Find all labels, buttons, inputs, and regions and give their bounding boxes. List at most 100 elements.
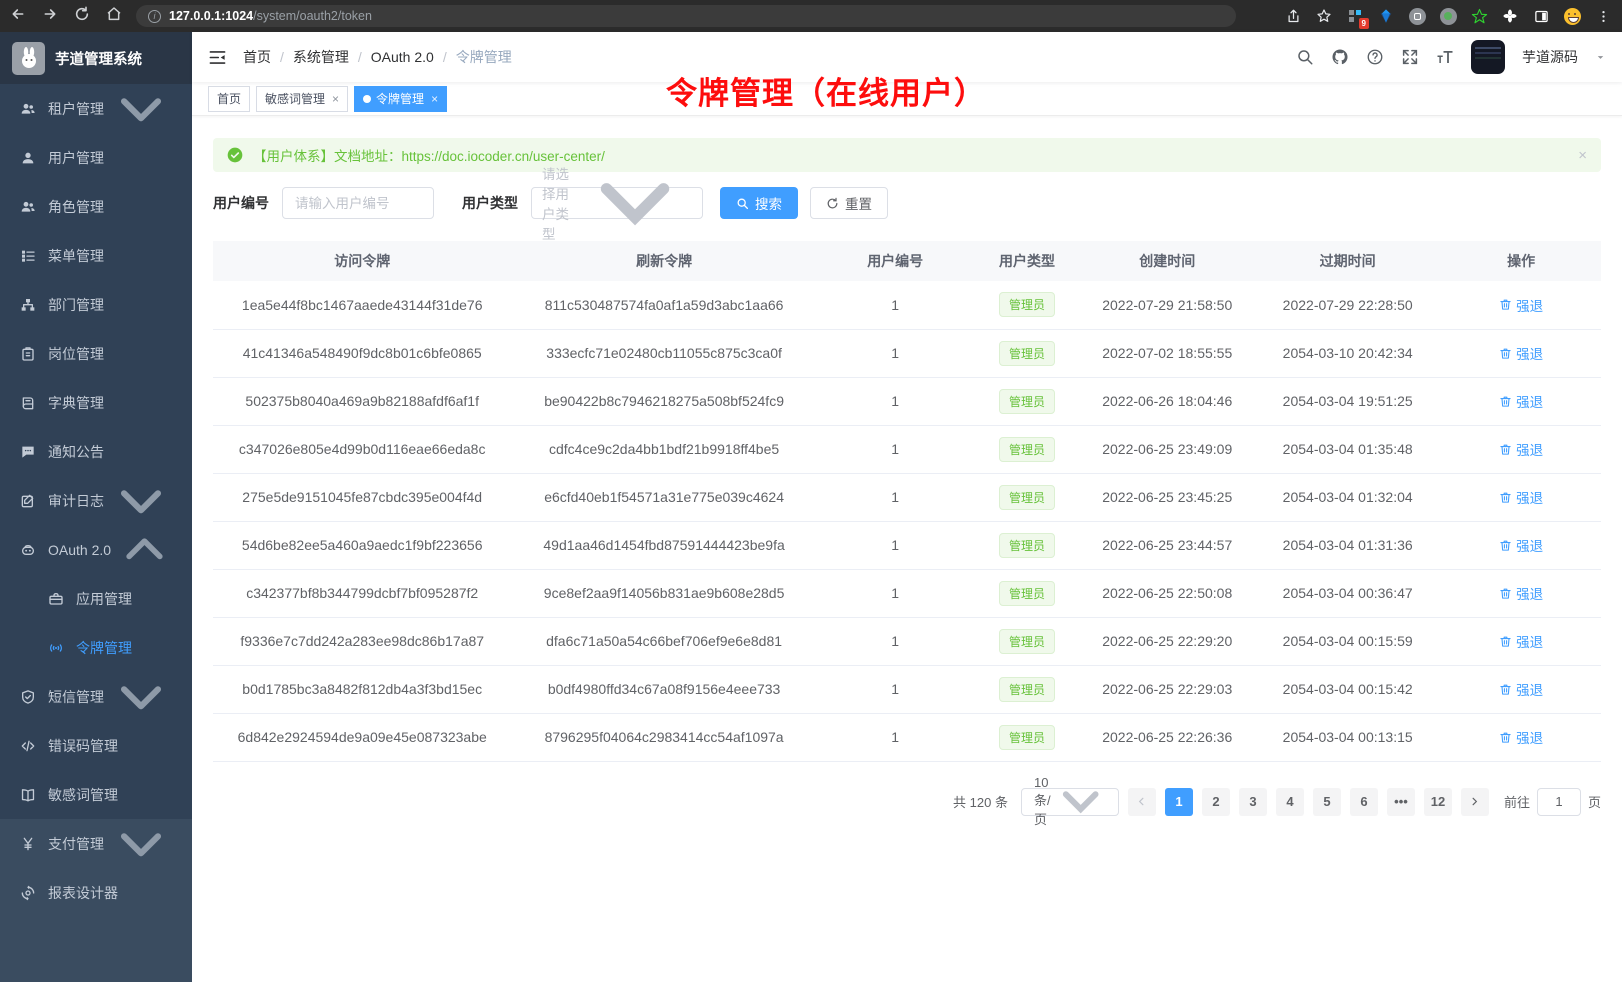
force-logout-button[interactable]: 强退 [1499,535,1543,555]
created-time-cell: 2022-06-25 22:50:08 [1080,569,1254,617]
caret-down-icon[interactable] [1595,52,1606,63]
force-logout-button[interactable]: 强退 [1499,343,1543,363]
next-page-button[interactable] [1461,788,1489,816]
page-button-1[interactable]: 1 [1165,788,1193,816]
emoji-extension-icon[interactable] [1563,7,1581,25]
user-id-input[interactable] [282,187,434,219]
page-button-12[interactable]: 12 [1424,788,1452,816]
force-logout-button[interactable]: 强退 [1499,487,1543,507]
created-time-cell: 2022-06-25 23:44:57 [1080,521,1254,569]
breadcrumb-item-1[interactable]: 系统管理 [293,47,349,67]
force-logout-button[interactable]: 强退 [1499,391,1543,411]
star-icon[interactable] [1315,7,1333,25]
help-icon[interactable] [1366,48,1384,66]
sidebar-item-label: 岗位管理 [48,344,104,364]
kebab-menu-icon[interactable] [1594,7,1612,25]
gem-extension-icon[interactable] [1377,7,1395,25]
table-row-9: 6d842e2924594de9a09e45e087323abe 8796295… [213,713,1601,761]
blocks-extension-icon[interactable]: 9 [1346,7,1364,25]
page-size-select[interactable]: 10条/页 [1021,788,1119,816]
tab-close-icon[interactable]: × [332,92,339,106]
user-type-select[interactable]: 请选择用户类型 [531,187,703,219]
site-info-icon[interactable]: i [148,10,161,23]
sidebar-item-12[interactable]: 短信管理 [0,672,192,721]
goto-page-input[interactable] [1537,788,1581,816]
forward-icon[interactable] [42,6,58,26]
user-type-cell: 管理员 [974,425,1081,473]
sidebar-item-15[interactable]: 支付管理 [0,819,192,868]
sidebar-item-4[interactable]: 部门管理 [0,280,192,329]
trash-icon [1499,491,1512,504]
command-extension-icon[interactable] [1408,7,1426,25]
sidebar-item-3[interactable]: 菜单管理 [0,231,192,280]
browser-nav-buttons [10,6,122,26]
access-token-cell: 41c41346a548490f9dc8b01c6bfe0865 [213,329,511,377]
breadcrumb-item-0[interactable]: 首页 [243,47,271,67]
page-button-•••[interactable]: ••• [1387,788,1415,816]
page-button-2[interactable]: 2 [1202,788,1230,816]
font-size-icon[interactable] [1436,48,1454,66]
sidebar-item-16[interactable]: 报表设计器 [0,868,192,917]
sidebar-item-13[interactable]: 错误码管理 [0,721,192,770]
goto-label: 前往 [1504,792,1530,811]
tab-1[interactable]: 敏感词管理 × [256,86,348,112]
sidebar-item-6[interactable]: 字典管理 [0,378,192,427]
shield-icon [20,689,36,705]
sidebar-item-label: 敏感词管理 [48,785,118,805]
sidebar-toggle-icon[interactable] [208,48,227,67]
user-id-cell: 1 [817,473,974,521]
page-button-3[interactable]: 3 [1239,788,1267,816]
reset-button[interactable]: 重置 [810,187,888,219]
sidebar-item-label: 短信管理 [48,687,104,707]
created-time-cell: 2022-07-29 21:58:50 [1080,281,1254,329]
share-icon[interactable] [1284,7,1302,25]
search-icon[interactable] [1296,48,1314,66]
force-logout-button[interactable]: 强退 [1499,295,1543,315]
reload-icon[interactable] [74,6,90,26]
record-extension-icon[interactable] [1439,7,1457,25]
prev-page-button[interactable] [1128,788,1156,816]
force-logout-button[interactable]: 强退 [1499,439,1543,459]
back-icon[interactable] [10,6,26,26]
force-logout-button[interactable]: 强退 [1499,631,1543,651]
force-logout-button[interactable]: 强退 [1499,679,1543,699]
sidebar-item-10[interactable]: 应用管理 [0,574,192,623]
panel-extension-icon[interactable] [1532,7,1550,25]
sidebar-item-9[interactable]: OAuth 2.0 [0,525,192,574]
home-icon[interactable] [106,6,122,26]
sidebar-item-1[interactable]: 用户管理 [0,133,192,182]
user-type-badge: 管理员 [999,341,1055,366]
tab-2[interactable]: 令牌管理 × [354,86,447,112]
pinwheel-extension-icon[interactable] [1501,7,1519,25]
column-header-5: 过期时间 [1254,241,1441,281]
sidebar-item-2[interactable]: 角色管理 [0,182,192,231]
pagination-total: 共 120 条 [953,792,1008,811]
sidebar-item-5[interactable]: 岗位管理 [0,329,192,378]
page-button-4[interactable]: 4 [1276,788,1304,816]
alert-close-icon[interactable]: × [1578,147,1587,164]
sidebar-menu: 租户管理 用户管理 角色管理 菜单管理 部门管理 岗位管理 字典管理 通知公告 [0,84,192,982]
breadcrumb-item-2[interactable]: OAuth 2.0 [371,49,434,65]
page-button-5[interactable]: 5 [1313,788,1341,816]
force-logout-button[interactable]: 强退 [1499,727,1543,747]
table-row-7: f9336e7c7dd242a283ee98dc86b17a87 dfa6c71… [213,617,1601,665]
address-bar[interactable]: i 127.0.0.1:1024/system/oauth2/token [136,5,1236,27]
tab-0[interactable]: 首页 [208,86,250,112]
green-star-extension-icon[interactable] [1470,7,1488,25]
success-check-icon [227,147,243,163]
tab-close-icon[interactable]: × [431,92,438,106]
user-type-badge: 管理员 [999,485,1055,510]
page-button-6[interactable]: 6 [1350,788,1378,816]
sidebar-item-0[interactable]: 租户管理 [0,84,192,133]
user-type-badge: 管理员 [999,437,1055,462]
user-type-badge: 管理员 [999,725,1055,750]
fullscreen-icon[interactable] [1401,48,1419,66]
action-cell: 强退 [1441,425,1601,473]
sidebar: 芋道管理系统 租户管理 用户管理 角色管理 菜单管理 部门管理 岗位管理 字典管… [0,32,192,982]
github-icon[interactable] [1331,48,1349,66]
search-button[interactable]: 搜索 [720,187,798,219]
force-logout-button[interactable]: 强退 [1499,583,1543,603]
user-avatar[interactable] [1471,40,1505,74]
table-row-8: b0d1785bc3a8482f812db4a3f3bd15ec b0df498… [213,665,1601,713]
alert-doc-link[interactable]: https://doc.iocoder.cn/user-center/ [402,149,605,164]
